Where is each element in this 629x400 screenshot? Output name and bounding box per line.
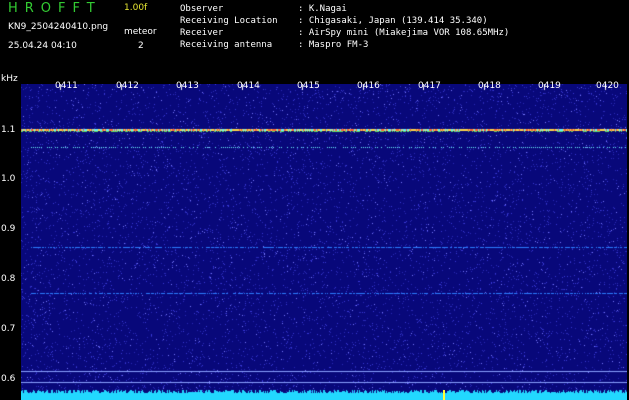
- info-antenna: Receiving antenna : Maspro FM-3: [180, 40, 368, 50]
- y-axis: [0, 74, 21, 400]
- filename-label: KN9_2504240410.png: [8, 22, 109, 32]
- x-tick-label: 0414: [237, 81, 260, 91]
- version-label: 1.00f: [124, 3, 148, 13]
- x-tick-label: 0413: [176, 81, 199, 91]
- info-antenna-label: Receiving antenna: [180, 40, 273, 50]
- x-tick-label: 0412: [116, 81, 139, 91]
- spectrogram-canvas: [21, 84, 627, 400]
- info-location-value: : Chigasaki, Japan (139.414 35.340): [298, 16, 488, 26]
- y-tick-label: 0.6: [1, 374, 16, 384]
- info-receiver-label: Receiver: [180, 28, 224, 38]
- x-tick-label: 0419: [538, 81, 561, 91]
- header-panel: HROFFT 1.00f KN9_2504240410.png meteor 2…: [0, 0, 629, 74]
- y-tick-label: 0.8: [1, 274, 16, 284]
- y-tick-label: 0.9: [1, 224, 16, 234]
- meteor-label: meteor: [124, 27, 157, 37]
- x-tick-label: 0416: [357, 81, 380, 91]
- app-title: HROFFT: [8, 1, 102, 16]
- info-receiver: Receiver : AirSpy mini (Miakejima VOR 108…: [180, 28, 509, 38]
- y-tick-label: 1.1: [1, 125, 16, 135]
- info-observer-value: : K.Nagai: [298, 4, 347, 14]
- spectrogram-plot: [21, 84, 627, 400]
- info-receiver-value: : AirSpy mini (Miakejima VOR 108.65MHz): [298, 28, 510, 38]
- x-tick-label: 0417: [418, 81, 441, 91]
- timestamp-label: 25.04.24 04:10: [8, 41, 77, 51]
- info-observer: Observer : K.Nagai: [180, 4, 347, 14]
- x-tick-label: 0420: [596, 81, 619, 91]
- y-tick-label: 0.7: [1, 324, 16, 334]
- info-location-label: Receiving Location: [180, 16, 278, 26]
- meteor-count: 2: [138, 41, 144, 51]
- time-cursor-marker: [443, 390, 445, 400]
- info-observer-label: Observer: [180, 4, 224, 14]
- x-tick-label: 0411: [55, 81, 78, 91]
- info-antenna-value: : Maspro FM-3: [298, 40, 369, 50]
- x-tick-label: 0418: [478, 81, 501, 91]
- info-location: Receiving Location : Chigasaki, Japan (13…: [180, 16, 488, 26]
- y-axis-unit: kHz: [1, 74, 18, 84]
- x-tick-label: 0415: [297, 81, 320, 91]
- y-tick-label: 1.0: [1, 174, 16, 184]
